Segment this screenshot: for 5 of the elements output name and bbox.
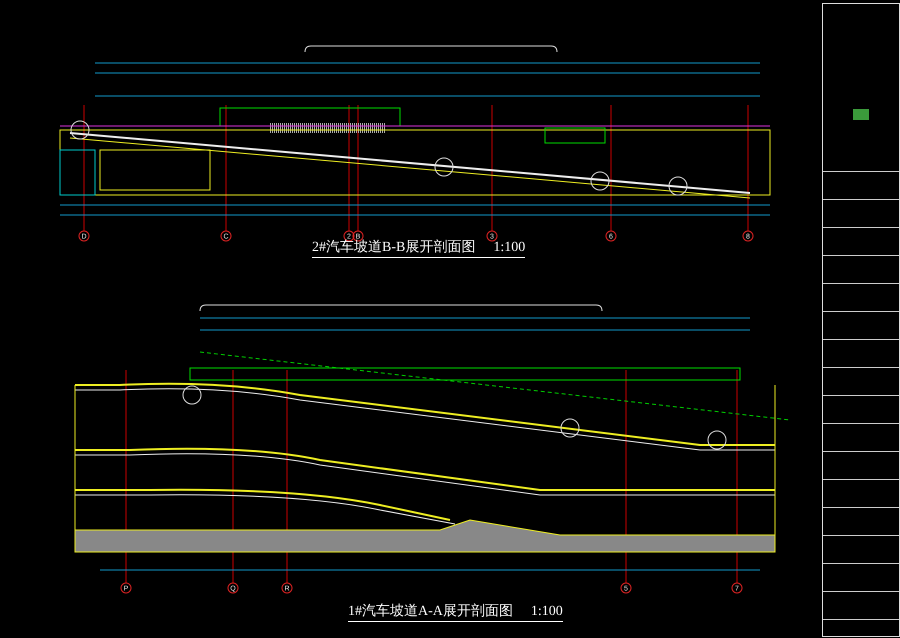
logo-icon: [853, 109, 869, 120]
drawing-title: 1#汽车坡道A-A展开剖面图: [348, 602, 531, 622]
drawing-title: 2#汽车坡道B-B展开剖面图: [312, 238, 494, 258]
drawing-scale: 1:100: [530, 604, 563, 622]
drawing-scale: 1:100: [493, 240, 526, 258]
